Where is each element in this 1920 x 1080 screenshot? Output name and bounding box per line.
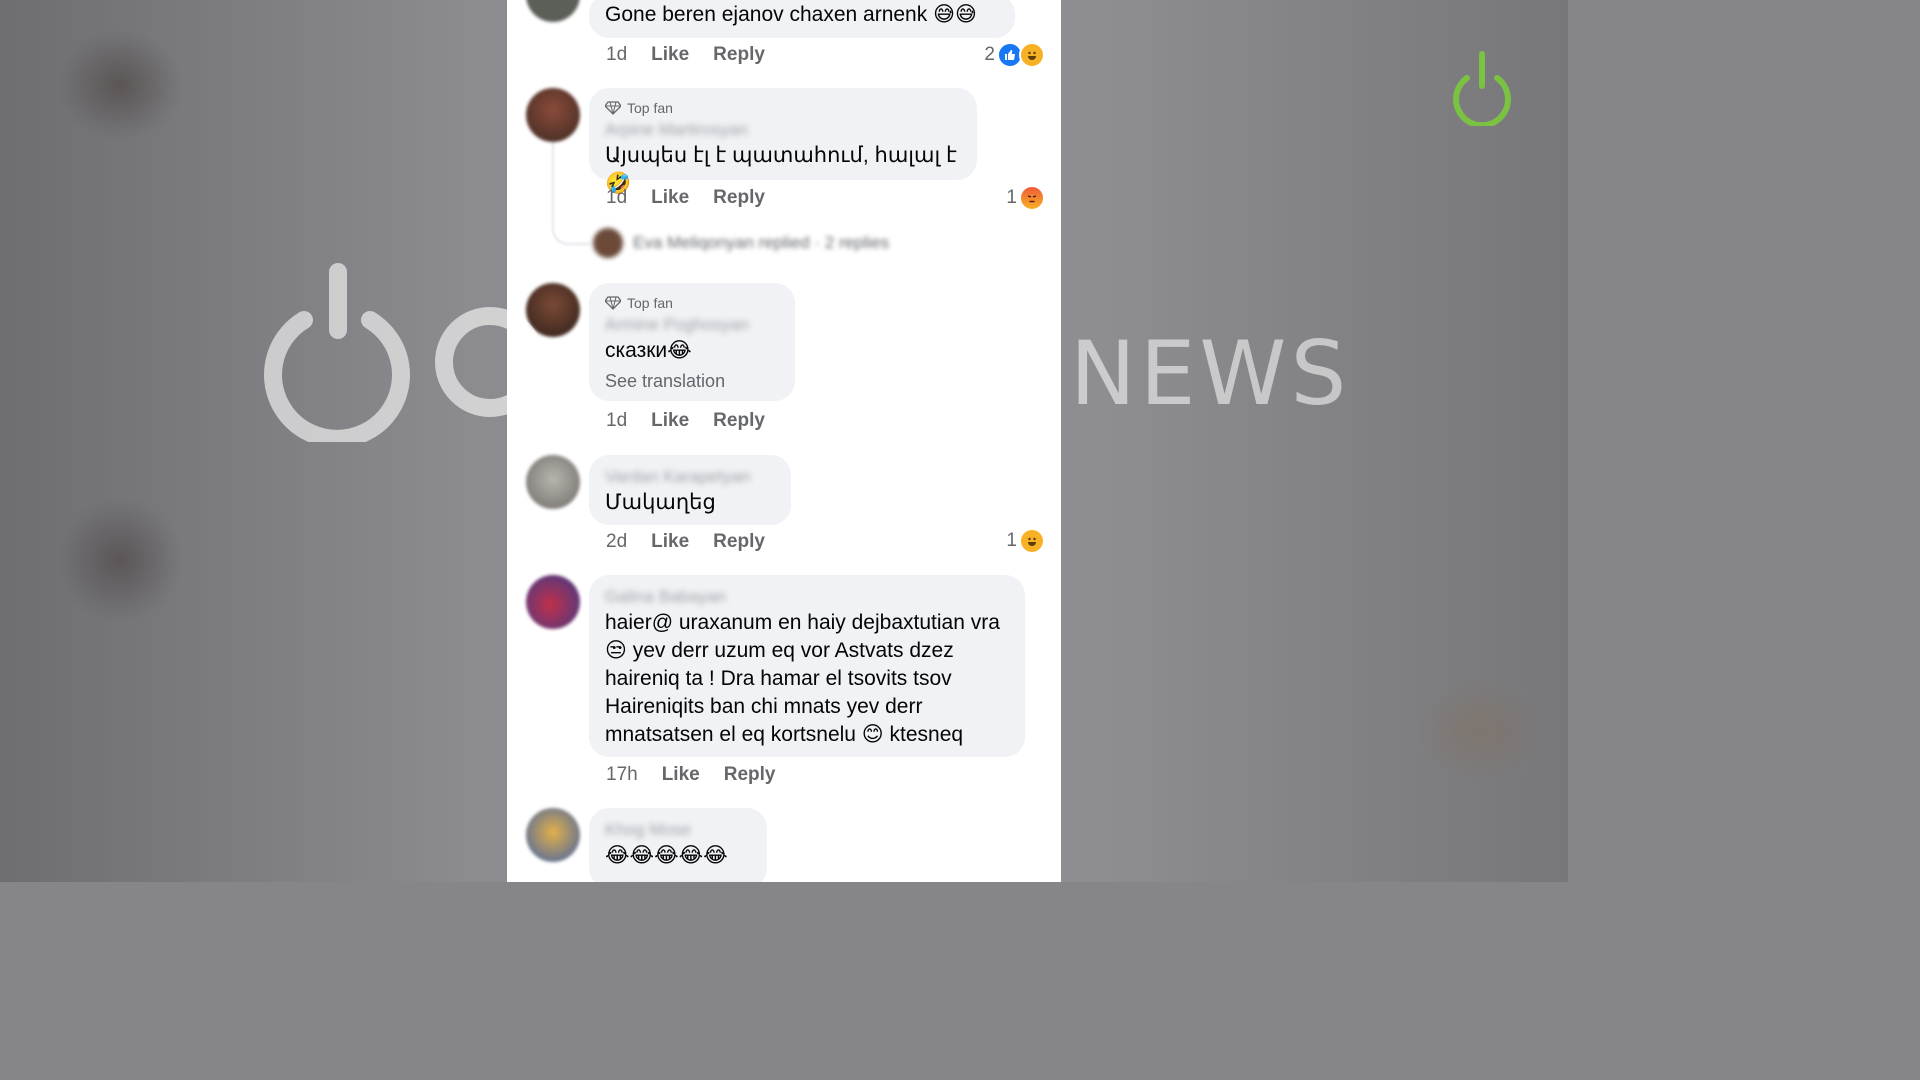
comment-text: сказки😂 — [605, 339, 692, 362]
comment-actions: 2d Like Reply — [606, 529, 765, 555]
avatar[interactable] — [526, 0, 580, 22]
reply-button[interactable]: Reply — [713, 44, 765, 66]
avatar[interactable] — [526, 575, 580, 629]
reply-button[interactable]: Reply — [713, 187, 765, 209]
replies-summary: Eva Meliqonyan replied · 2 replies — [633, 233, 890, 252]
like-button[interactable]: Like — [651, 44, 689, 66]
diamond-icon — [605, 101, 621, 115]
comment-author[interactable]: Khog Mose — [605, 818, 751, 842]
reply-button[interactable]: Reply — [713, 531, 765, 553]
reply-button[interactable]: Reply — [724, 764, 776, 786]
comment-bubble: Top fan Arpine Martirosyan Այսպես էլ է պ… — [589, 88, 977, 195]
reaction-count: 1 — [1006, 530, 1017, 551]
haha-reaction-icon — [1019, 42, 1045, 68]
top-fan-label: Top fan — [627, 295, 673, 311]
haha-reaction-icon — [1019, 528, 1045, 554]
reaction-summary[interactable]: 2 — [984, 42, 1045, 68]
avatar[interactable] — [526, 808, 580, 862]
reaction-count: 2 — [984, 44, 995, 65]
reply-avatar — [593, 228, 623, 258]
comment-author[interactable]: Armine Poghosyan — [605, 313, 779, 337]
comment-bubble: Top fan Armine Poghosyan сказки😂 See tra… — [589, 283, 795, 401]
angry-reaction-icon — [1019, 185, 1045, 211]
comment-time[interactable]: 1d — [606, 187, 627, 209]
comment-time[interactable]: 17h — [606, 764, 638, 786]
comment-text: haier@ uraxanum en haiy dejbaxtutian vra… — [605, 611, 1000, 746]
replies-link[interactable]: Eva Meliqonyan replied · 2 replies — [593, 228, 889, 258]
comment-text: Մակաղեց — [605, 491, 716, 514]
comment-actions: 17h Like Reply — [606, 762, 775, 788]
comment-time[interactable]: 1d — [606, 410, 627, 432]
like-button[interactable]: Like — [651, 187, 689, 209]
reply-button[interactable]: Reply — [713, 410, 765, 432]
like-button[interactable]: Like — [662, 764, 700, 786]
reaction-count: 1 — [1006, 187, 1017, 208]
comment-author[interactable]: Galina Babayan — [605, 585, 1009, 609]
thread-connector — [552, 140, 590, 245]
avatar[interactable] — [526, 88, 580, 142]
comment-author[interactable]: Arpine Martirosyan — [605, 118, 961, 142]
avatar[interactable] — [526, 455, 580, 509]
comment-actions: 1d Like Reply — [606, 185, 765, 211]
comment-bubble: Galina Babayan haier@ uraxanum en haiy d… — [589, 575, 1025, 757]
comment-text: 😂😂😂😂😂 — [605, 844, 728, 867]
comment-author[interactable]: Vardan Karapetyan — [605, 465, 775, 489]
like-button[interactable]: Like — [651, 531, 689, 553]
top-fan-badge: Top fan — [605, 293, 779, 313]
like-button[interactable]: Like — [651, 410, 689, 432]
comment-bubble: Gone beren ejanov chaxen arnenk 😅😅 — [589, 0, 1015, 38]
top-fan-label: Top fan — [627, 100, 673, 116]
power-icon — [1453, 51, 1511, 126]
comment-bubble: Khog Mose 😂😂😂😂😂 — [589, 808, 767, 882]
reaction-summary[interactable]: 1 — [1006, 528, 1045, 554]
comment-actions: 1d Like Reply — [606, 42, 765, 68]
reaction-summary[interactable]: 1 — [1006, 185, 1045, 211]
comments-panel[interactable]: Gone beren ejanov chaxen arnenk 😅😅 1d Li… — [507, 0, 1061, 882]
comment-time[interactable]: 1d — [606, 44, 627, 66]
avatar[interactable] — [526, 283, 580, 337]
comment-bubble: Vardan Karapetyan Մակաղեց — [589, 455, 791, 525]
see-translation-link[interactable]: See translation — [605, 371, 779, 392]
top-fan-badge: Top fan — [605, 98, 961, 118]
comment-time[interactable]: 2d — [606, 531, 627, 553]
diamond-icon — [605, 296, 621, 310]
comment-text: Gone beren ejanov chaxen arnenk 😅😅 — [605, 3, 977, 26]
comment-actions: 1d Like Reply — [606, 408, 765, 434]
